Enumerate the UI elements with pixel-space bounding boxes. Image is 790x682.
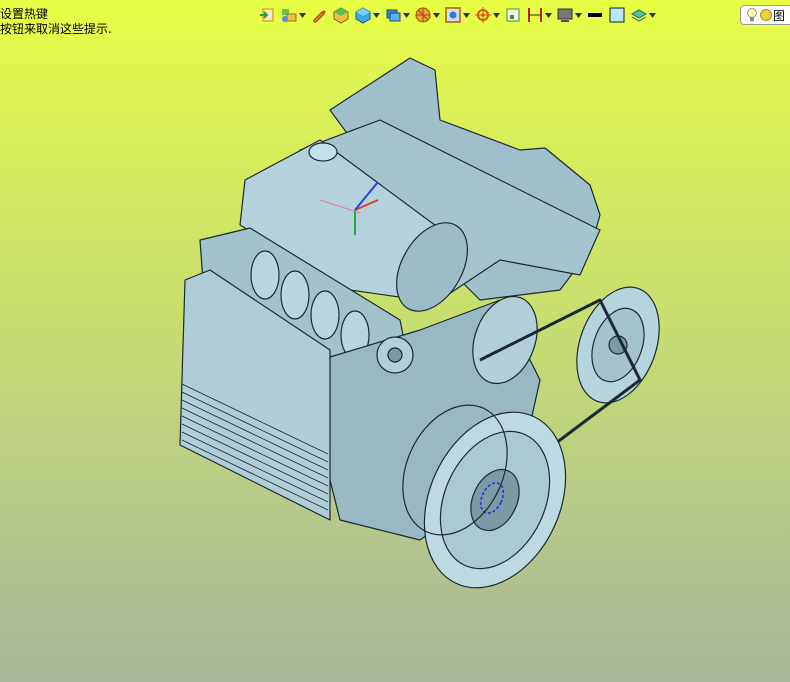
model-viewport[interactable] [0, 0, 790, 682]
engine-model [179, 57, 660, 589]
